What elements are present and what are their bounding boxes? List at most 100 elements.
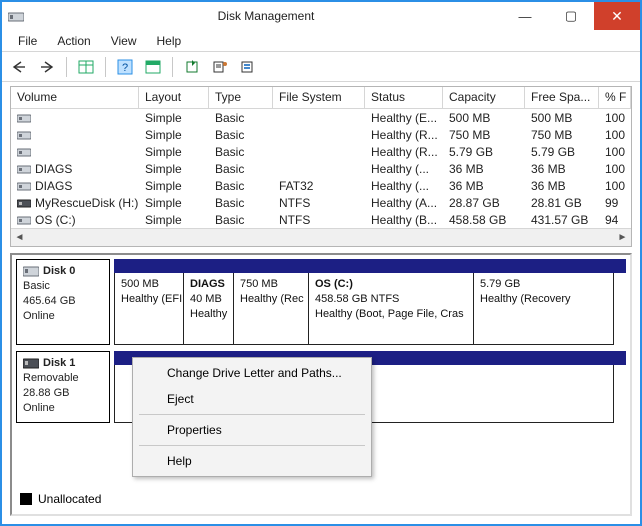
partition[interactable]: 500 MBHealthy (EFI — [114, 273, 184, 345]
column-header-capacity[interactable]: Capacity — [443, 87, 525, 109]
properties-button[interactable] — [237, 56, 259, 78]
table-row[interactable]: OS (C:)SimpleBasicNTFSHealthy (B...458.5… — [11, 211, 631, 228]
cell-volume: MyRescueDisk (H:) — [11, 194, 139, 211]
disk-state: Online — [23, 309, 103, 324]
partition-status: Healthy (EFI — [121, 292, 177, 307]
cell-filesystem: NTFS — [273, 194, 365, 211]
table-row[interactable]: DIAGSSimpleBasicHealthy (...36 MB36 MB10… — [11, 160, 631, 177]
drive-icon — [17, 164, 31, 174]
cell-type: Basic — [209, 194, 273, 211]
minimize-button[interactable]: — — [502, 2, 548, 30]
volume-list[interactable]: Volume Layout Type File System Status Ca… — [10, 86, 632, 247]
column-header-freespace[interactable]: Free Spa... — [525, 87, 599, 109]
partition-stripe — [114, 259, 626, 273]
drive-icon — [17, 147, 31, 157]
cell-freespace: 5.79 GB — [525, 143, 599, 160]
cell-volume: DIAGS — [11, 177, 139, 194]
window-controls: — ▢ ✕ — [502, 2, 640, 30]
actions-button[interactable] — [209, 56, 231, 78]
disk-header[interactable]: Disk 0Basic465.64 GBOnline — [16, 259, 110, 345]
cell-pctfree: 100 — [599, 177, 631, 194]
cell-volume — [11, 109, 139, 126]
partition[interactable]: DIAGS40 MBHealthy — [184, 273, 234, 345]
partition-status: Healthy (Recovery — [480, 292, 607, 307]
partition-status: Healthy (Rec — [240, 292, 302, 307]
maximize-button[interactable]: ▢ — [548, 2, 594, 30]
window-frame: Disk Management — ▢ ✕ File Action View H… — [0, 0, 642, 526]
menu-help[interactable]: Help — [149, 32, 190, 50]
column-header-status[interactable]: Status — [365, 87, 443, 109]
table-row[interactable]: SimpleBasicHealthy (R...750 MB750 MB100 — [11, 126, 631, 143]
horizontal-scrollbar[interactable]: ◄ ► — [11, 228, 631, 246]
view-settings-button[interactable] — [75, 56, 97, 78]
disk-graphical-view: Disk 0Basic465.64 GBOnline500 MBHealthy … — [10, 253, 632, 516]
column-header-type[interactable]: Type — [209, 87, 273, 109]
legend: Unallocated — [20, 492, 101, 506]
cell-layout: Simple — [139, 126, 209, 143]
cell-type: Basic — [209, 143, 273, 160]
partition-row: 500 MBHealthy (EFIDIAGS40 MBHealthy750 M… — [114, 259, 626, 345]
cell-layout: Simple — [139, 109, 209, 126]
menu-file[interactable]: File — [10, 32, 45, 50]
partition-status: Healthy (Boot, Page File, Cras — [315, 307, 467, 322]
ctx-properties[interactable]: Properties — [135, 417, 369, 443]
context-menu-separator — [139, 414, 365, 415]
cell-filesystem: NTFS — [273, 211, 365, 228]
disk-state: Online — [23, 401, 103, 416]
column-header-pctfree[interactable]: % F — [599, 87, 631, 109]
disk-header[interactable]: Disk 1Removable28.88 GBOnline — [16, 351, 110, 423]
view-top-button[interactable] — [142, 56, 164, 78]
ctx-change-drive-letter[interactable]: Change Drive Letter and Paths... — [135, 360, 369, 386]
disk-size: 465.64 GB — [23, 294, 103, 309]
ctx-eject[interactable]: Eject — [135, 386, 369, 412]
menu-action[interactable]: Action — [49, 32, 98, 50]
forward-button[interactable] — [36, 56, 58, 78]
menubar: File Action View Help — [2, 30, 640, 52]
menu-view[interactable]: View — [103, 32, 145, 50]
cell-filesystem — [273, 160, 365, 177]
column-header-volume[interactable]: Volume — [11, 87, 139, 109]
table-row[interactable]: DIAGSSimpleBasicFAT32Healthy (...36 MB36… — [11, 177, 631, 194]
drive-icon — [17, 181, 31, 191]
cell-pctfree: 99 — [599, 194, 631, 211]
partition-size: 500 MB — [121, 277, 177, 292]
partition[interactable]: 5.79 GBHealthy (Recovery — [474, 273, 614, 345]
back-button[interactable] — [8, 56, 30, 78]
drive-icon — [17, 215, 31, 225]
column-header-layout[interactable]: Layout — [139, 87, 209, 109]
partitions: 500 MBHealthy (EFIDIAGS40 MBHealthy750 M… — [114, 273, 626, 345]
ctx-help[interactable]: Help — [135, 448, 369, 474]
refresh-icon — [184, 60, 200, 74]
cell-filesystem: FAT32 — [273, 177, 365, 194]
cell-type: Basic — [209, 126, 273, 143]
cell-volume — [11, 126, 139, 143]
partition-status: Healthy — [190, 307, 227, 322]
scroll-right-icon[interactable]: ► — [614, 230, 631, 246]
titlebar: Disk Management — ▢ ✕ — [2, 2, 640, 30]
drive-icon — [17, 113, 31, 123]
cell-capacity: 500 MB — [443, 109, 525, 126]
cell-layout: Simple — [139, 211, 209, 228]
toolbar-separator — [172, 57, 173, 77]
legend-swatch-unallocated — [20, 493, 32, 505]
scroll-left-icon[interactable]: ◄ — [11, 230, 28, 246]
cell-freespace: 36 MB — [525, 160, 599, 177]
cell-capacity: 750 MB — [443, 126, 525, 143]
app-icon — [2, 2, 30, 30]
cell-freespace: 28.81 GB — [525, 194, 599, 211]
help-button[interactable]: ? — [114, 56, 136, 78]
partition[interactable]: 750 MBHealthy (Rec — [234, 273, 309, 345]
table-row[interactable]: MyRescueDisk (H:)SimpleBasicNTFSHealthy … — [11, 194, 631, 211]
partition[interactable]: OS (C:)458.58 GB NTFSHealthy (Boot, Page… — [309, 273, 474, 345]
table-row[interactable]: SimpleBasicHealthy (R...5.79 GB5.79 GB10… — [11, 143, 631, 160]
cell-status: Healthy (B... — [365, 211, 443, 228]
table-row[interactable]: SimpleBasicHealthy (E...500 MB500 MB100 — [11, 109, 631, 126]
list-icon — [212, 60, 228, 74]
content-area: Volume Layout Type File System Status Ca… — [2, 82, 640, 524]
column-header-filesystem[interactable]: File System — [273, 87, 365, 109]
close-button[interactable]: ✕ — [594, 2, 640, 30]
refresh-button[interactable] — [181, 56, 203, 78]
toolbar: ? — [2, 52, 640, 82]
cell-filesystem — [273, 126, 365, 143]
disk-kind: Basic — [23, 279, 103, 294]
